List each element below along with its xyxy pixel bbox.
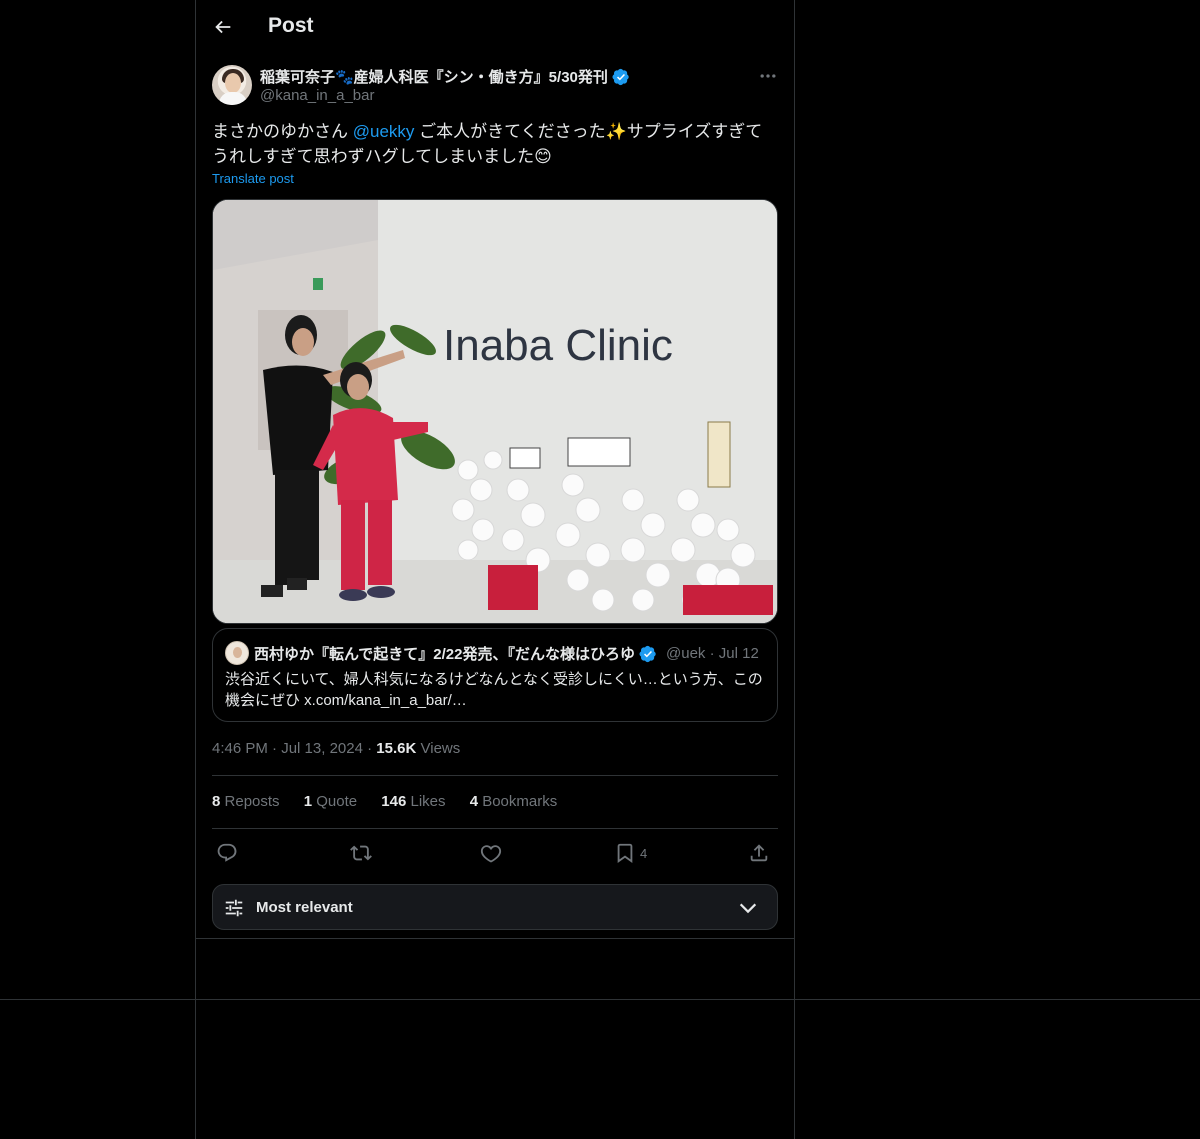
- post-header: Post: [196, 0, 794, 54]
- reposts-stat[interactable]: 8 Reposts: [212, 793, 280, 810]
- bookmark-count: 4: [640, 845, 648, 861]
- quoted-text: 渋谷近くにいて、婦人科気になるけどなんとなく受診しにくい…という方、この機会にぜ…: [225, 671, 763, 709]
- reply-sort-dropdown[interactable]: Most relevant: [212, 884, 778, 930]
- meta-separator: ·: [367, 740, 377, 757]
- share-icon: [750, 844, 768, 862]
- meta-separator: ·: [272, 740, 282, 757]
- bookmark-button[interactable]: 4: [614, 838, 647, 868]
- verified-badge-icon: [612, 68, 629, 85]
- more-options-icon[interactable]: [758, 66, 778, 86]
- quotes-stat[interactable]: 1 Quote: [304, 793, 357, 810]
- clinic-photo-illustration: Inaba Clinic: [213, 200, 777, 623]
- engagement-stats: 8 Reposts 1 Quote 146 Likes 4 Bookmarks: [212, 793, 577, 810]
- author-avatar[interactable]: [212, 65, 252, 105]
- quoted-post[interactable]: 西村ゆか『転んで起きて』2/22発売、『だんな様はひろゆ @uek · Jul …: [212, 628, 778, 722]
- back-arrow-icon[interactable]: [212, 16, 234, 38]
- heart-icon: [480, 845, 502, 863]
- sort-label: Most relevant: [256, 899, 353, 916]
- tweet-text-before: まさかのゆかさん: [212, 122, 353, 141]
- share-button[interactable]: [748, 838, 770, 868]
- column-border-right: [794, 0, 795, 1139]
- sliders-icon: [225, 899, 243, 917]
- post-meta: 4:46 PM · Jul 13, 2024 · 15.6K Views: [212, 740, 460, 757]
- bookmarks-stat[interactable]: 4 Bookmarks: [470, 793, 558, 810]
- tweet-text: まさかのゆかさん @uekky ご本人がきてくださった✨サプライズすぎてうれしす…: [212, 119, 778, 169]
- author-handle[interactable]: @kana_in_a_bar: [260, 87, 374, 104]
- author-name[interactable]: 稲葉可奈子🐾産婦人科医『シン・働き方』5/30発刊: [260, 66, 608, 87]
- chevron-down-icon: [739, 903, 757, 914]
- post-photo[interactable]: Inaba Clinic: [212, 199, 778, 624]
- views-count: 15.6K: [376, 740, 417, 757]
- translate-post-link[interactable]: Translate post: [212, 171, 294, 186]
- bookmark-icon: [617, 843, 633, 863]
- quoted-date: Jul 12: [718, 645, 759, 662]
- likes-stat[interactable]: 146 Likes: [381, 793, 445, 810]
- repost-icon: [350, 845, 372, 861]
- action-bar: 4: [212, 838, 778, 868]
- post-date[interactable]: Jul 13, 2024: [281, 740, 363, 757]
- wall-sign: Inaba Clinic: [443, 321, 673, 370]
- views-label: Views: [420, 740, 461, 757]
- quoted-author-handle: @uek: [666, 645, 706, 662]
- like-button[interactable]: [480, 838, 502, 868]
- reply-icon: [217, 843, 237, 862]
- mention-link[interactable]: @uekky: [353, 122, 415, 141]
- quoted-author-name: 西村ゆか『転んで起きて』2/22発売、『だんな様はひろゆ: [254, 646, 635, 663]
- divider: [212, 828, 778, 829]
- quoted-author-avatar[interactable]: [225, 641, 249, 665]
- page-divider: [0, 999, 1200, 1000]
- quoted-author-name-row: 西村ゆか『転んで起きて』2/22発売、『だんな様はひろゆ: [254, 643, 657, 664]
- repost-button[interactable]: [350, 838, 372, 868]
- quoted-meta: @uek · Jul 12: [666, 645, 759, 662]
- column-border-left: [195, 0, 196, 1139]
- verified-badge-icon: [639, 645, 656, 662]
- divider: [212, 775, 778, 776]
- author-name-row[interactable]: 稲葉可奈子🐾産婦人科医『シン・働き方』5/30発刊: [260, 66, 630, 87]
- post-time[interactable]: 4:46 PM: [212, 740, 268, 757]
- reply-button[interactable]: [216, 838, 238, 868]
- meta-separator: ·: [709, 645, 719, 662]
- column-bottom-divider: [196, 938, 794, 939]
- page-title: Post: [268, 14, 314, 37]
